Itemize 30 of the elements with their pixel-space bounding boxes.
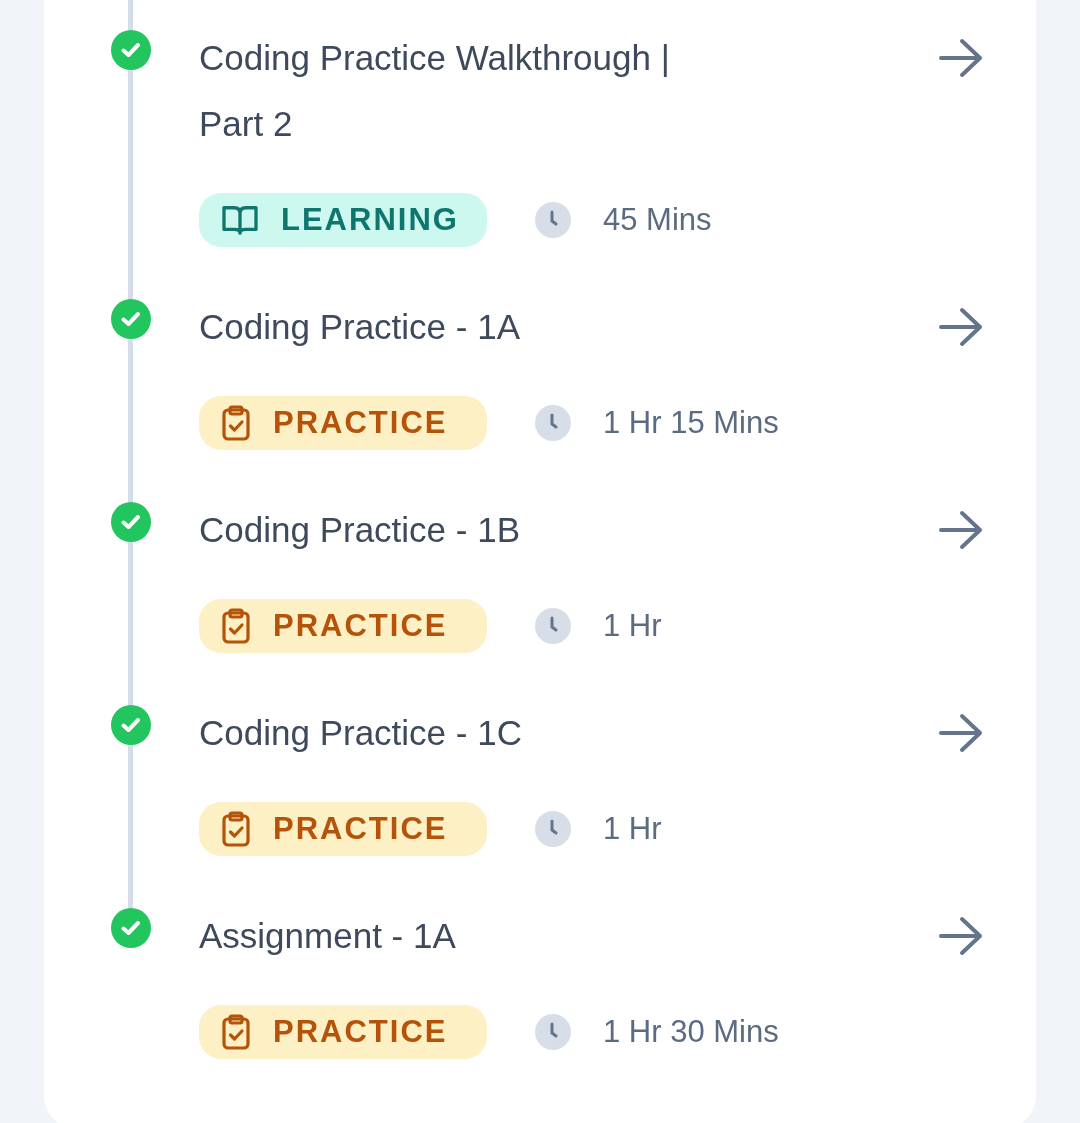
clipboard-check-icon (221, 1014, 251, 1050)
clipboard-check-icon (221, 608, 251, 644)
duration-text: 1 Hr (603, 608, 662, 644)
duration-text: 1 Hr 15 Mins (603, 405, 779, 441)
clipboard-check-icon (221, 811, 251, 847)
arrow-right-icon[interactable] (938, 38, 984, 78)
lesson-title: Coding Practice - 1A (199, 306, 521, 348)
arrow-right-icon[interactable] (938, 307, 984, 347)
arrow-right-icon[interactable] (938, 916, 984, 956)
arrow-right-icon[interactable] (938, 510, 984, 550)
duration-text: 45 Mins (603, 202, 712, 238)
clock-icon (535, 1014, 571, 1050)
lesson-title: Coding Practice Walkthrough | Part 2 (199, 37, 671, 145)
duration-text: 1 Hr (603, 811, 662, 847)
duration-text: 1 Hr 30 Mins (603, 1014, 779, 1050)
clock-icon (535, 608, 571, 644)
tag-label: PRACTICE (273, 405, 448, 441)
tag-label: PRACTICE (273, 608, 448, 644)
clock-icon (535, 405, 571, 441)
lesson-title: Assignment - 1A (199, 915, 457, 957)
tag-label: LEARNING (281, 202, 459, 238)
book-icon (221, 204, 259, 236)
lesson-title: Coding Practice - 1C (199, 712, 523, 754)
clock-icon (535, 202, 571, 238)
tag-label: PRACTICE (273, 1014, 448, 1050)
arrow-right-icon[interactable] (938, 713, 984, 753)
tag-label: PRACTICE (273, 811, 448, 847)
lesson-title: Coding Practice - 1B (199, 509, 521, 551)
clipboard-check-icon (221, 405, 251, 441)
clock-icon (535, 811, 571, 847)
